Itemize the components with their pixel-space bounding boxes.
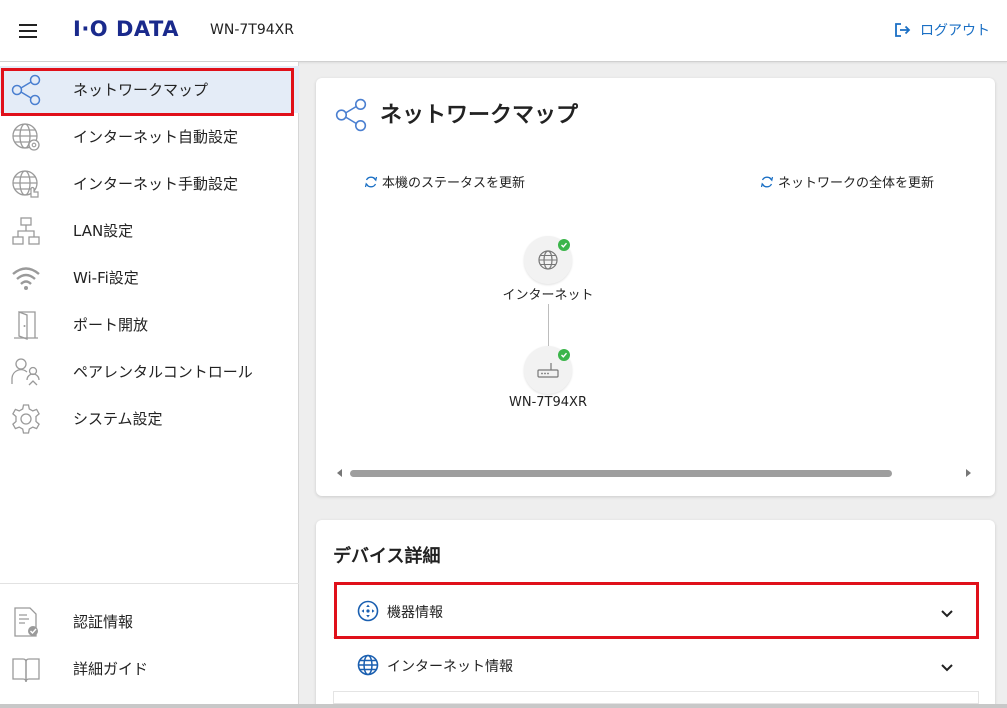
page-title: ネットワークマップ xyxy=(380,103,579,128)
sidebar-item-label: 詳細ガイド xyxy=(73,660,149,678)
logout-label: ログアウト xyxy=(920,23,990,39)
sidebar-item-label: システム設定 xyxy=(73,410,163,428)
internet-node-label: インターネット xyxy=(502,288,594,303)
certificate-icon xyxy=(9,606,43,638)
accordion-label: インターネット情報 xyxy=(387,659,513,675)
sidebar-item-label: インターネット自動設定 xyxy=(73,128,239,146)
status-ok-icon xyxy=(558,239,570,251)
door-open-icon xyxy=(9,309,43,341)
lan-tree-icon xyxy=(9,215,43,247)
sidebar-item-internet-manual[interactable]: インターネット手動設定 xyxy=(0,160,299,207)
scroll-left-arrow-icon[interactable] xyxy=(337,469,342,477)
sidebar: ネットワークマップ インターネット自動設定 インターネット手動設定 LAN設定 … xyxy=(0,62,299,708)
horizontal-scrollbar[interactable] xyxy=(334,466,978,480)
globe-icon xyxy=(357,654,379,676)
gear-icon xyxy=(9,403,43,435)
hamburger-icon xyxy=(19,24,37,38)
sidebar-item-system-settings[interactable]: システム設定 xyxy=(0,395,299,442)
sidebar-item-internet-auto[interactable]: インターネット自動設定 xyxy=(0,113,299,160)
accordion-item-internet-info[interactable]: インターネット情報 xyxy=(333,638,979,692)
parent-child-icon xyxy=(9,356,43,388)
sidebar-item-certificate[interactable]: 認証情報 xyxy=(0,598,299,645)
sidebar-divider xyxy=(0,583,299,584)
sidebar-item-label: 認証情報 xyxy=(73,613,134,631)
sidebar-item-guide[interactable]: 詳細ガイド xyxy=(0,645,299,692)
logout-icon xyxy=(895,23,911,37)
sidebar-item-label: ペアレンタルコントロール xyxy=(73,363,253,381)
refresh-device-status-link[interactable]: 本機のステータスを更新 xyxy=(364,172,525,191)
logout-button[interactable]: ログアウト xyxy=(894,20,990,40)
scrollbar-thumb[interactable] xyxy=(350,470,892,477)
hamburger-menu-button[interactable] xyxy=(12,17,44,45)
sidebar-item-port-forwarding[interactable]: ポート開放 xyxy=(0,301,299,348)
refresh-icon xyxy=(760,176,774,187)
globe-icon xyxy=(538,250,558,270)
device-info-highlight xyxy=(334,582,979,639)
sidebar-item-parental-control[interactable]: ペアレンタルコントロール xyxy=(0,348,299,395)
wifi-icon xyxy=(9,262,43,294)
refresh-network-label: ネットワークの全体を更新 xyxy=(778,176,935,191)
book-icon xyxy=(9,653,43,685)
refresh-device-label: 本機のステータスを更新 xyxy=(382,176,526,191)
sidebar-item-lan[interactable]: LAN設定 xyxy=(0,207,299,254)
sidebar-item-label: インターネット手動設定 xyxy=(73,175,239,193)
refresh-network-link[interactable]: ネットワークの全体を更新 xyxy=(760,172,934,191)
router-node-label: WN-7T94XR xyxy=(509,395,587,410)
chevron-down-icon[interactable] xyxy=(940,658,954,677)
sidebar-item-label: Wi-Fi設定 xyxy=(73,269,139,287)
sidebar-active-highlight xyxy=(1,68,294,116)
brand-logo: I·O DATA xyxy=(73,17,179,41)
globe-gear-icon xyxy=(9,121,43,153)
section-title: デバイス詳細 xyxy=(333,546,441,567)
scroll-right-arrow-icon[interactable] xyxy=(966,469,971,477)
globe-hand-icon xyxy=(9,168,43,200)
share-nodes-icon xyxy=(334,98,368,136)
sidebar-item-label: LAN設定 xyxy=(73,222,134,240)
sidebar-item-label: ポート開放 xyxy=(73,316,149,334)
refresh-icon xyxy=(364,176,378,187)
window-bottom-edge xyxy=(0,704,1007,708)
connection-line xyxy=(548,304,549,346)
app-header: I·O DATA WN-7T94XR ログアウト xyxy=(0,0,1007,62)
sidebar-item-wifi[interactable]: Wi-Fi設定 xyxy=(0,254,299,301)
network-map-card: ネットワークマップ 本機のステータスを更新 ネットワークの全体を更新 インターネ… xyxy=(316,78,995,496)
router-icon xyxy=(537,363,559,378)
model-name: WN-7T94XR xyxy=(210,22,294,38)
status-ok-icon xyxy=(558,349,570,361)
